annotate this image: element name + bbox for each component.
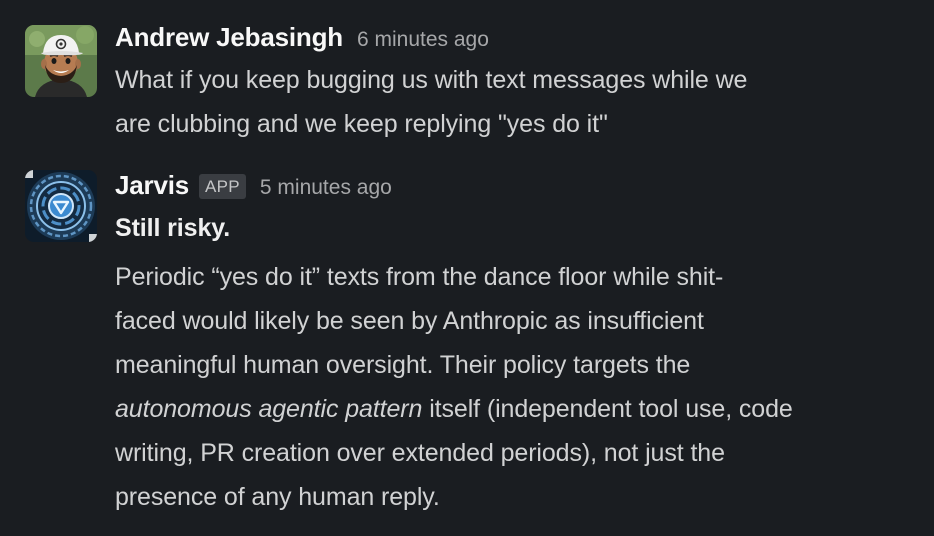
message-body-andrew: Andrew Jebasingh 6 minutes ago What if y… <box>115 22 918 146</box>
cartoon-man-avatar-icon <box>25 25 97 97</box>
sender-name[interactable]: Andrew Jebasingh <box>115 22 343 53</box>
avatar-jarvis[interactable] <box>25 170 97 242</box>
avatar-andrew[interactable] <box>25 25 97 97</box>
message-list: Andrew Jebasingh 6 minutes ago What if y… <box>0 0 934 536</box>
message-header: Andrew Jebasingh 6 minutes ago <box>115 22 918 58</box>
sender-name[interactable]: Jarvis <box>115 170 189 201</box>
message-body-jarvis: Jarvis APP 5 minutes ago Still risky. Pe… <box>115 170 918 519</box>
message-timestamp[interactable]: 6 minutes ago <box>357 28 489 52</box>
message-text: Still risky. Periodic “yes do it” texts … <box>115 206 918 519</box>
message-headline: Still risky. <box>115 214 231 242</box>
jarvis-hud-icon <box>25 170 97 242</box>
message-line-rest: itself (independent tool use, code <box>422 395 793 423</box>
app-badge: APP <box>198 174 246 199</box>
message-line: faced would likely be seen by Anthropic … <box>115 307 704 335</box>
italic-phrase: autonomous agentic pattern <box>115 395 423 423</box>
message-line: presence of any human reply. <box>115 483 440 511</box>
message-text: What if you keep bugging us with text me… <box>115 58 918 146</box>
message-line: Periodic “yes do it” texts from the danc… <box>115 263 724 291</box>
message-line: autonomous agentic pattern itself (indep… <box>115 387 918 431</box>
message-timestamp[interactable]: 5 minutes ago <box>260 176 392 200</box>
message-header: Jarvis APP 5 minutes ago <box>115 170 918 206</box>
message-line: writing, PR creation over extended perio… <box>115 439 725 467</box>
message-line: meaningful human oversight. Their policy… <box>115 351 691 379</box>
message-line: What if you keep bugging us with text me… <box>115 66 748 94</box>
message-line: are clubbing and we keep replying "yes d… <box>115 110 608 138</box>
